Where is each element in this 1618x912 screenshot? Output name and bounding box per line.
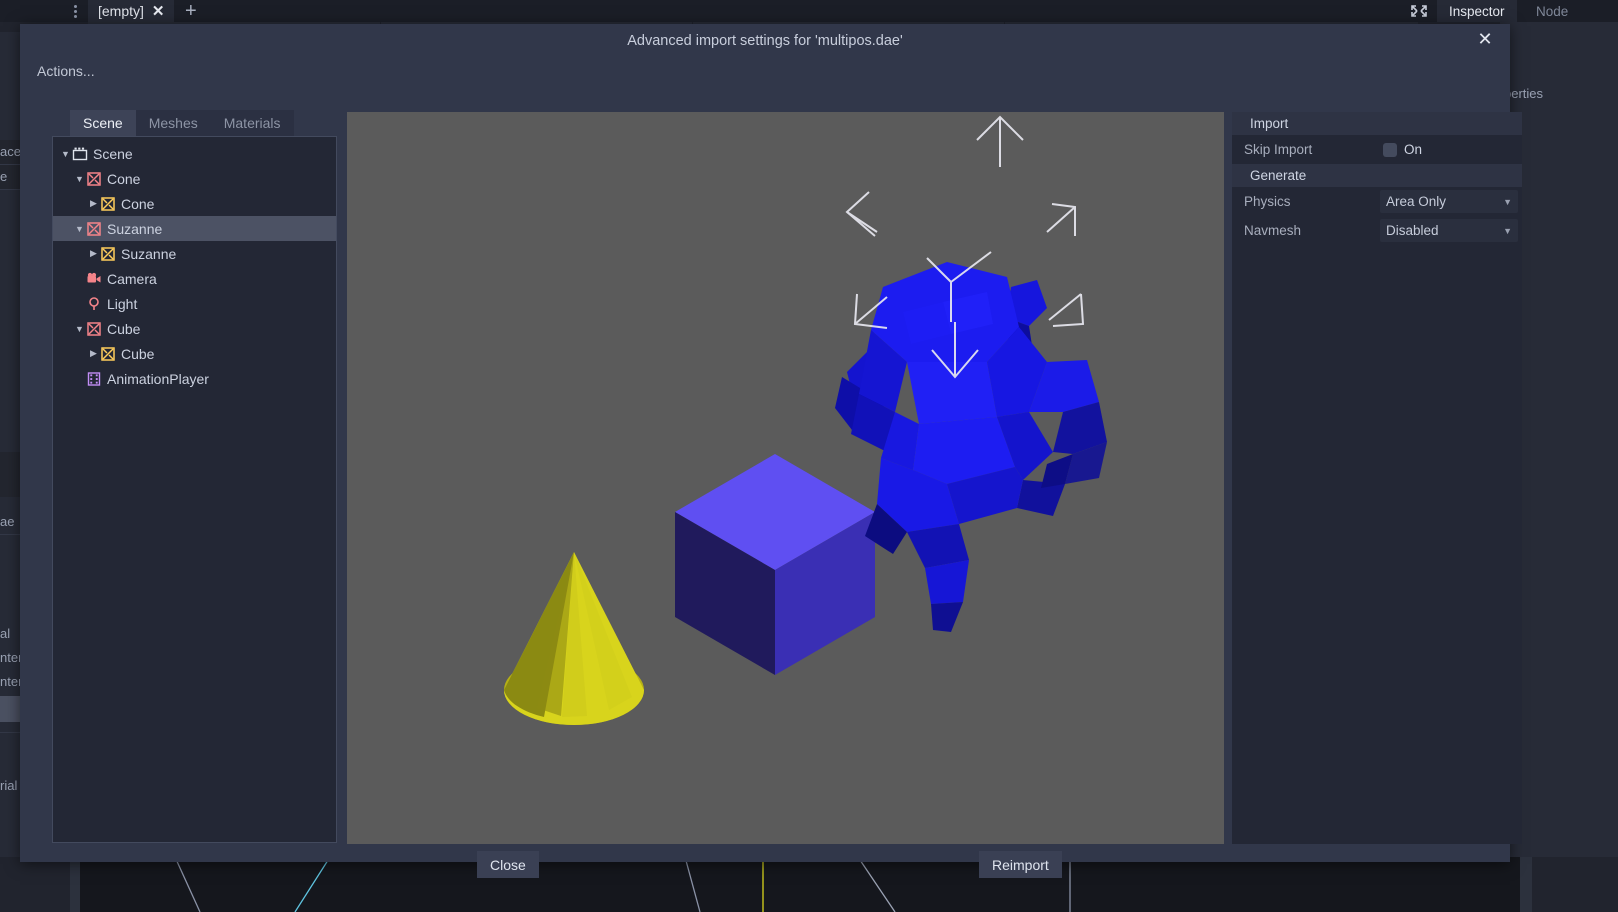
tree-item-suzanne-3[interactable]: ▼ Suzanne [53, 216, 336, 241]
tab-meshes-label: Meshes [148, 115, 198, 131]
property-row-physics: Physics Area Only ▼ [1232, 187, 1522, 216]
screen-root: [empty] ✕ + Inspector Node ace e ae al n… [0, 0, 1618, 912]
tree-item-animationplayer-9[interactable]: AnimationPlayer [53, 366, 336, 391]
section-header-import[interactable]: Import [1232, 112, 1522, 135]
tree-item-label: Cube [121, 345, 155, 362]
scene-tab-empty[interactable]: [empty] ✕ [88, 0, 175, 22]
chevron-right-icon[interactable]: ▶ [87, 348, 100, 359]
tab-node[interactable]: Node [1524, 0, 1580, 22]
dropdown-value: Area Only [1386, 194, 1447, 209]
tab-materials-label: Materials [223, 115, 281, 131]
property-value: On [1380, 135, 1522, 164]
camera-icon [86, 271, 102, 287]
animation-panel-left-edge [70, 857, 80, 912]
property-label: Physics [1244, 194, 1291, 209]
advanced-import-settings-dialog: Advanced import settings for 'multipos.d… [20, 24, 1522, 878]
mesh-instance-icon [86, 321, 102, 337]
tree-item-label: Camera [107, 270, 157, 287]
3d-viewport[interactable] [347, 112, 1224, 844]
property-value: Area Only ▼ [1380, 187, 1522, 216]
chevron-down-icon[interactable]: ▼ [59, 149, 72, 159]
tree-item-cube-7[interactable]: ▼ Cube [53, 316, 336, 341]
import-properties-panel: Import Skip Import On Generate Physics Area O… [1232, 112, 1522, 844]
checkbox-skip-import[interactable]: On [1380, 135, 1522, 164]
mesh-icon [100, 196, 116, 212]
tab-meshes[interactable]: Meshes [135, 110, 211, 136]
mesh-instance-icon [86, 171, 102, 187]
animation-player-icon [86, 371, 102, 387]
tree-item-label: Suzanne [107, 220, 163, 237]
scene-tree-panel[interactable]: ▼ Scene ▼ Cone ▶ Cone ▼ Suzanne ▶ Suzanne Camera Li… [52, 136, 337, 843]
tree-item-label: AnimationPlayer [107, 370, 209, 387]
tree-item-label: Suzanne [121, 245, 177, 262]
cone-mesh [504, 552, 644, 725]
dialog-title: Advanced import settings for 'multipos.d… [627, 32, 903, 49]
close-icon[interactable]: ✕ [152, 4, 165, 19]
tree-item-suzanne-4[interactable]: ▶ Suzanne [53, 241, 336, 266]
section-header-generate[interactable]: Generate [1232, 164, 1522, 187]
left-dock-fragment: e [0, 169, 8, 184]
chevron-right-icon[interactable]: ▶ [87, 198, 100, 209]
dropdown-physics[interactable]: Area Only ▼ [1380, 190, 1518, 213]
tab-inspector-label: Inspector [1449, 3, 1505, 19]
property-row-navmesh: Navmesh Disabled ▼ [1232, 216, 1522, 245]
suzanne-mesh [835, 262, 1107, 632]
expand-icon[interactable] [1408, 2, 1430, 20]
animation-panel-right-edge [1520, 857, 1532, 912]
left-dock-fragment: ae [0, 514, 15, 529]
tree-item-label: Cone [107, 170, 141, 187]
tree-item-camera-5[interactable]: Camera [53, 266, 336, 291]
dialog-title-bar: Advanced import settings for 'multipos.d… [20, 24, 1510, 57]
scene-tab-menu-icon[interactable] [68, 1, 82, 21]
tree-item-label: Light [107, 295, 138, 312]
mesh-instance-icon [86, 221, 102, 237]
tree-item-cone-2[interactable]: ▶ Cone [53, 191, 336, 216]
tree-item-light-6[interactable]: Light [53, 291, 336, 316]
chevron-right-icon[interactable]: ▶ [87, 248, 100, 259]
section-title: Generate [1250, 168, 1307, 183]
chevron-down-icon[interactable]: ▼ [1503, 226, 1512, 236]
chevron-down-icon[interactable]: ▼ [73, 224, 86, 234]
dialog-tab-bar: Scene Meshes Materials [70, 110, 294, 136]
close-button[interactable]: Close [477, 851, 539, 878]
tab-node-label: Node [1536, 3, 1569, 19]
tree-item-label: Cone [121, 195, 155, 212]
dropdown-value: Disabled [1386, 223, 1439, 238]
chevron-down-icon[interactable]: ▼ [1503, 197, 1512, 207]
scene-tab-label: [empty] [98, 3, 144, 19]
reimport-button[interactable]: Reimport [979, 851, 1062, 878]
light-icon [86, 296, 102, 312]
checkbox-label: On [1404, 142, 1423, 157]
chevron-down-icon[interactable]: ▼ [73, 174, 86, 184]
tree-item-scene-0[interactable]: ▼ Scene [53, 141, 336, 166]
actions-menu-button[interactable]: Actions... [37, 63, 95, 79]
cube-mesh [675, 454, 875, 675]
tree-item-cone-1[interactable]: ▼ Cone [53, 166, 336, 191]
chevron-down-icon[interactable]: ▼ [73, 324, 86, 334]
animation-timeline [80, 857, 1520, 912]
left-dock-fragment: al [0, 626, 11, 641]
add-tab-button[interactable]: + [185, 1, 197, 21]
scene-icon [72, 146, 88, 162]
tree-item-label: Cube [107, 320, 141, 337]
checkbox-icon[interactable] [1383, 142, 1397, 157]
property-label: Skip Import [1244, 142, 1313, 157]
editor-top-bar [0, 0, 1618, 22]
dropdown-navmesh[interactable]: Disabled ▼ [1380, 219, 1518, 242]
section-title: Import [1250, 116, 1289, 131]
property-row-skip-import: Skip Import On [1232, 135, 1522, 164]
mesh-icon [100, 346, 116, 362]
tab-materials[interactable]: Materials [210, 110, 294, 136]
close-icon[interactable]: ✕ [1474, 28, 1496, 50]
tab-scene-label: Scene [83, 115, 123, 131]
tree-item-cube-8[interactable]: ▶ Cube [53, 341, 336, 366]
property-value: Disabled ▼ [1380, 216, 1522, 245]
tab-inspector[interactable]: Inspector [1437, 0, 1517, 22]
tab-scene[interactable]: Scene [70, 110, 136, 136]
tree-item-label: Scene [93, 145, 133, 162]
property-label: Navmesh [1244, 223, 1302, 238]
mesh-icon [100, 246, 116, 262]
